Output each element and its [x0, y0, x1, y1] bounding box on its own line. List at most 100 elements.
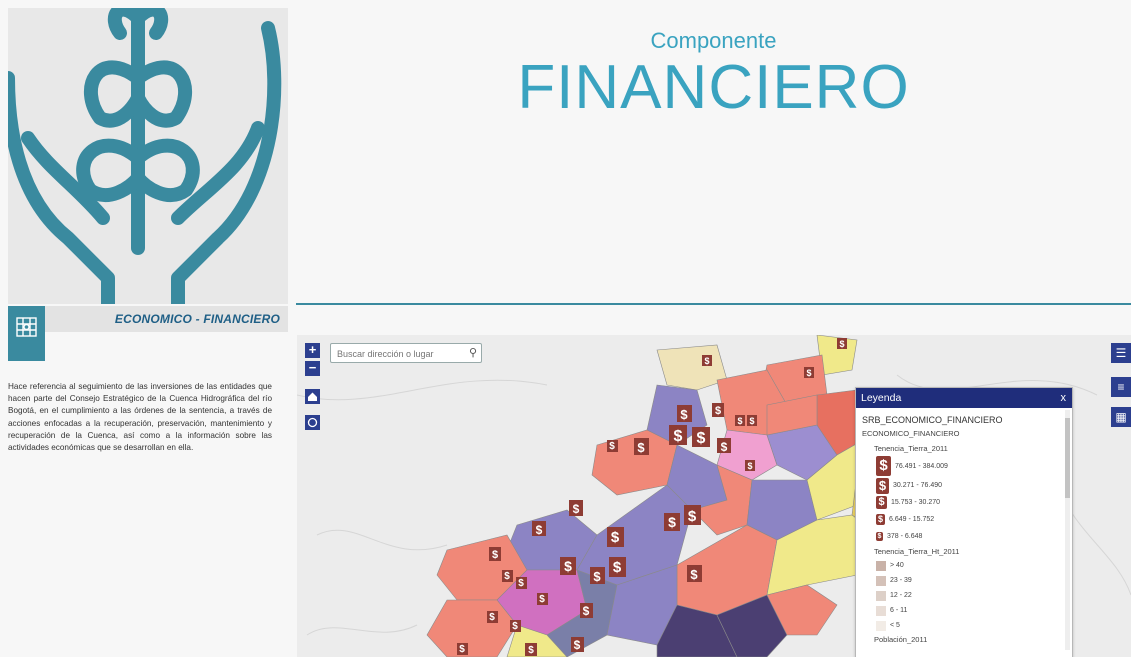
dollar-icon: $: [876, 496, 887, 509]
svg-text:$: $: [492, 549, 498, 561]
svg-text:$: $: [512, 621, 518, 632]
dollar-marker-icon[interactable]: $: [747, 415, 757, 426]
svg-text:$: $: [459, 644, 465, 655]
home-icon: [308, 392, 317, 401]
dollar-marker-icon[interactable]: $: [457, 643, 468, 655]
legend-title: Leyenda: [861, 392, 902, 404]
svg-text:$: $: [504, 571, 510, 582]
dollar-icon: $: [876, 456, 891, 476]
locate-button[interactable]: [305, 415, 320, 430]
zoom-out-button[interactable]: −: [305, 361, 320, 376]
dollar-marker-icon[interactable]: $: [664, 513, 680, 531]
svg-text:$: $: [690, 567, 698, 582]
dollar-marker-icon[interactable]: $: [607, 440, 618, 452]
dollar-marker-icon[interactable]: $: [735, 415, 745, 426]
dollar-marker-icon[interactable]: $: [487, 611, 498, 623]
dollar-marker-icon[interactable]: $: [569, 500, 583, 516]
dollar-icon: $: [876, 477, 889, 494]
dollar-marker-icon[interactable]: $: [590, 567, 605, 584]
dollar-marker-icon[interactable]: $: [510, 620, 521, 632]
legend-service: SRB_ECONOMICO_FINANCIERO: [862, 415, 1003, 425]
svg-text:$: $: [721, 440, 728, 454]
svg-text:$: $: [674, 428, 683, 445]
legend-scrollbar-thumb[interactable]: [1065, 418, 1070, 498]
dollar-marker-icon[interactable]: $: [489, 547, 501, 561]
dollar-marker-icon[interactable]: $: [804, 367, 814, 378]
dollar-marker-icon[interactable]: $: [687, 565, 702, 582]
svg-text:$: $: [747, 461, 752, 471]
search-box[interactable]: ⚲: [330, 343, 482, 363]
svg-text:$: $: [611, 529, 620, 546]
basin-regions: [426, 335, 898, 657]
dollar-marker-icon[interactable]: $: [609, 557, 626, 577]
svg-text:$: $: [637, 440, 645, 455]
svg-text:$: $: [688, 508, 697, 525]
page-title: FINANCIERO: [517, 53, 910, 122]
svg-text:$: $: [839, 339, 844, 349]
dollar-marker-icon[interactable]: $: [634, 438, 649, 455]
dollar-marker-icon[interactable]: $: [502, 570, 513, 582]
dollar-marker-icon[interactable]: $: [571, 637, 584, 652]
svg-text:$: $: [680, 407, 688, 422]
map-view[interactable]: $ $ $ $ $ $ $ $ $ $ $ $ $ $ $ $ $ $ $ $ …: [297, 335, 1131, 657]
dollar-marker-icon[interactable]: $: [677, 405, 692, 422]
dollar-marker-icon[interactable]: $: [516, 577, 527, 589]
section-description: Hace referencia al seguimiento de las in…: [8, 382, 272, 453]
svg-text:$: $: [573, 502, 580, 516]
svg-text:$: $: [564, 558, 572, 574]
svg-text:$: $: [704, 356, 709, 366]
svg-text:$: $: [593, 569, 601, 584]
svg-text:$: $: [715, 405, 721, 417]
close-icon[interactable]: x: [1061, 388, 1067, 408]
legend-layer: ECONOMICO_FINANCIERO: [862, 429, 960, 438]
dollar-marker-icon[interactable]: $: [532, 521, 546, 537]
dollar-marker-icon[interactable]: $: [669, 425, 687, 445]
dollar-icon: $: [876, 532, 883, 541]
color-swatch: [876, 590, 886, 601]
dollar-marker-icon[interactable]: $: [717, 438, 731, 454]
dollar-marker-icon[interactable]: $: [607, 527, 624, 547]
home-button[interactable]: [305, 389, 320, 404]
color-swatch: [876, 560, 886, 571]
svg-text:$: $: [737, 416, 742, 426]
dollar-marker-icon[interactable]: $: [525, 643, 537, 656]
color-swatch: [876, 605, 886, 616]
dollar-marker-icon[interactable]: $: [684, 505, 701, 525]
legend-group1-label: Tenencia_Tierra_2011: [874, 444, 948, 453]
dollar-marker-icon[interactable]: $: [837, 338, 847, 349]
grid-icon: ▦: [1115, 410, 1127, 424]
svg-text:$: $: [697, 430, 706, 447]
legend-button[interactable]: ≡: [1111, 377, 1131, 397]
svg-text:$: $: [749, 416, 754, 426]
dollar-marker-icon[interactable]: $: [702, 355, 712, 366]
hero-image: [8, 8, 288, 304]
page-subtitle: Componente: [650, 28, 777, 53]
basemap-button[interactable]: ▦: [1111, 407, 1131, 427]
header-area: Componente FINANCIERO: [296, 8, 1131, 308]
legend-header: Leyenda x: [856, 388, 1072, 408]
section-title: ECONOMICO - FINANCIERO: [114, 312, 280, 326]
dollar-marker-icon[interactable]: $: [537, 593, 548, 605]
search-icon[interactable]: ⚲: [469, 346, 477, 359]
dollar-marker-icon[interactable]: $: [712, 403, 724, 417]
legend-item: > 40: [862, 558, 1066, 573]
legend-panel: Leyenda x SRB_ECONOMICO_FINANCIERO ECONO…: [855, 387, 1073, 657]
layers-button[interactable]: ☰: [1111, 343, 1131, 363]
dollar-icon: $: [876, 514, 885, 525]
svg-text:$: $: [583, 604, 590, 618]
hands-plant-icon: [8, 8, 282, 304]
svg-text:$: $: [574, 638, 581, 652]
dollar-marker-icon[interactable]: $: [580, 603, 593, 618]
svg-text:$: $: [536, 523, 543, 537]
search-input[interactable]: [335, 346, 459, 362]
legend-item: 6 - 11: [862, 603, 1066, 618]
dollar-marker-icon[interactable]: $: [560, 557, 576, 575]
left-panel: ECONOMICO - FINANCIERO Hace referencia a…: [8, 8, 288, 657]
color-swatch: [876, 620, 886, 631]
legend-item: < 5: [862, 618, 1066, 633]
dollar-marker-icon[interactable]: $: [745, 460, 755, 471]
dollar-marker-icon[interactable]: $: [692, 427, 710, 447]
svg-text:$: $: [613, 559, 622, 576]
legend-item: 12 - 22: [862, 588, 1066, 603]
zoom-in-button[interactable]: +: [305, 343, 320, 358]
